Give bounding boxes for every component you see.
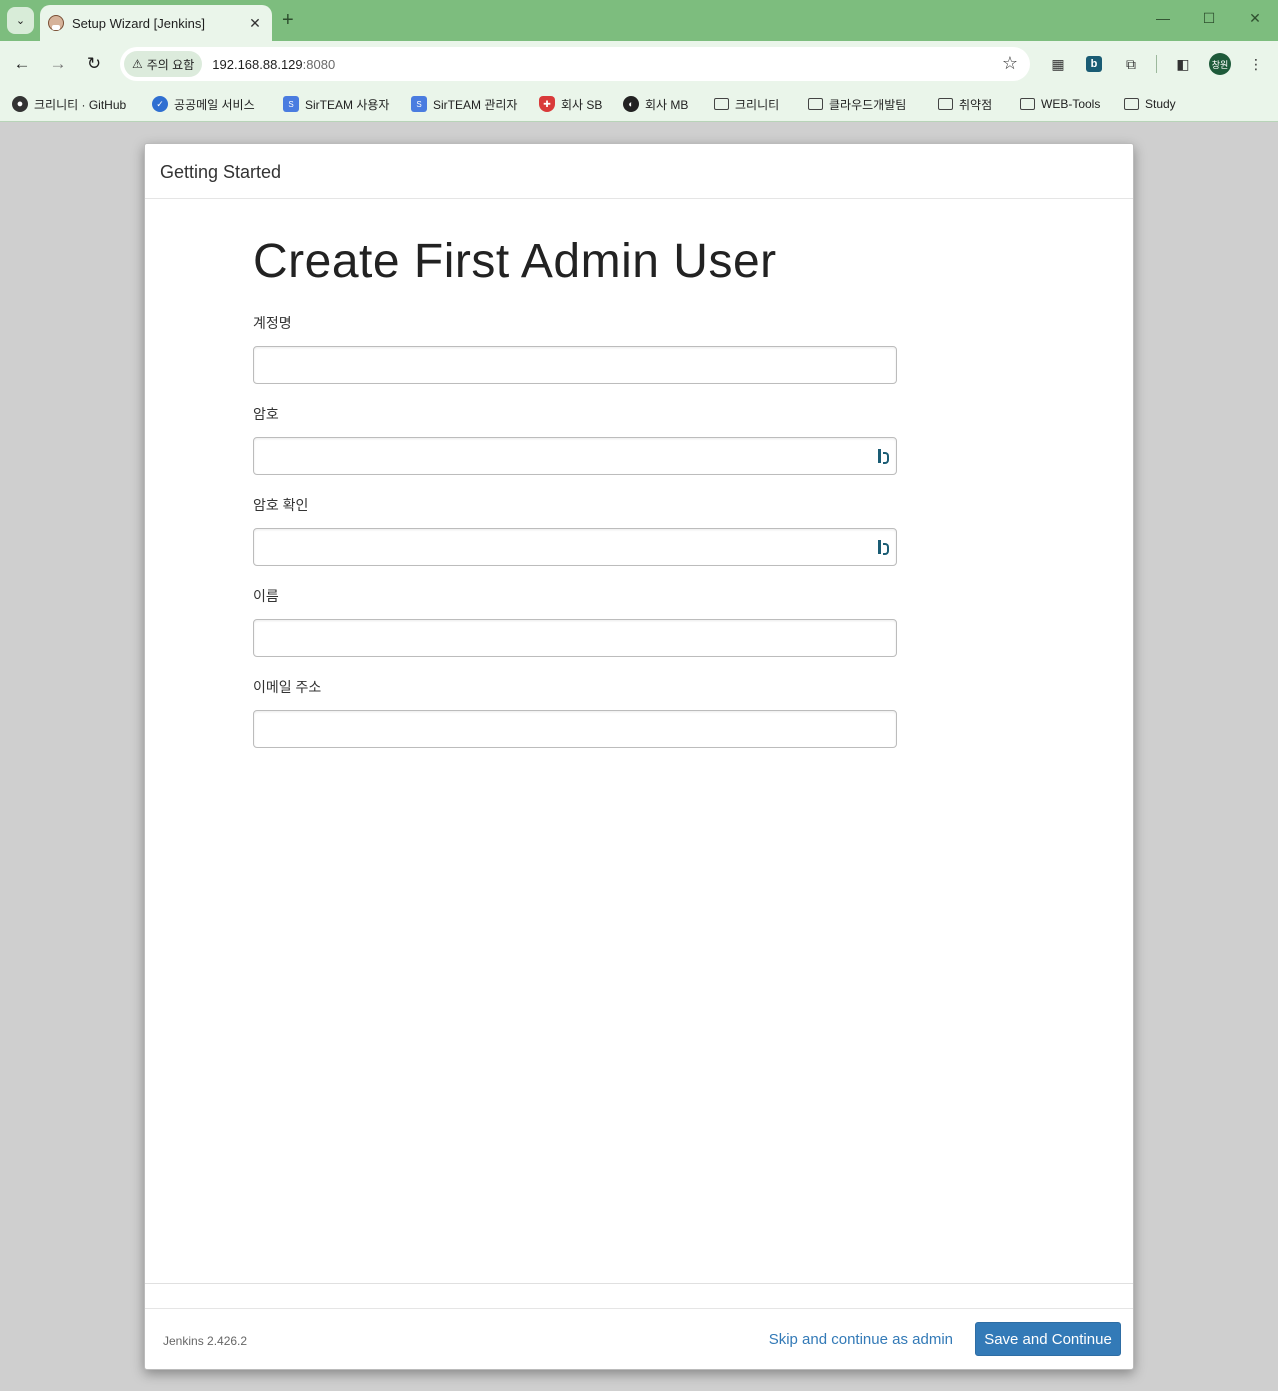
page-title: Create First Admin User [253,235,777,288]
maximize-button[interactable]: ☐ [1199,10,1219,27]
save-and-continue-button[interactable]: Save and Continue [975,1322,1121,1356]
bookmark-label: 공공메일 서비스 [174,97,255,112]
bookmark-label: Study [1145,97,1176,111]
browser-chrome: ⌄ Setup Wizard [Jenkins] ✕ + — ☐ ✕ ← → ↻… [0,0,1278,122]
url-host: 192.168.88.129 [212,56,303,72]
folder-icon [938,98,953,110]
bookmark-item[interactable]: ● 크리니티 · GitHub [12,93,126,115]
toolbar-divider [1156,55,1157,73]
tab-setup-wizard[interactable]: Setup Wizard [Jenkins] ✕ [40,5,272,41]
bookmark-label: WEB-Tools [1041,97,1101,111]
profile-avatar[interactable]: 창원 [1209,53,1231,75]
window-close-button[interactable]: ✕ [1245,10,1265,27]
bookmark-label: 취약점 [959,97,993,112]
bookmark-item[interactable]: Study [1124,93,1176,115]
verified-check-icon: ✓ [152,96,168,112]
tab-title: Setup Wizard [Jenkins] [72,15,205,31]
password-input[interactable] [254,438,896,474]
bookmark-label: SirTEAM 관리자 [433,97,518,112]
qr-code-icon[interactable]: ▦ [1047,53,1069,75]
extensions-puzzle-icon[interactable]: ⧉ [1120,53,1142,75]
chevron-down-icon: ⌄ [15,15,26,27]
bookmark-label: 크리니티 · GitHub [34,97,127,112]
side-panel-icon[interactable]: ◧ [1172,53,1194,75]
confirm-password-input-box [253,528,897,566]
jenkins-favicon-icon [48,15,64,31]
github-icon: ● [12,96,28,112]
bookmark-item[interactable]: ✓ 공공메일 서비스 [152,93,255,115]
more-menu-icon[interactable]: ⋮ [1245,53,1267,75]
wizard-header: Getting Started [145,144,1133,199]
fullname-input[interactable] [254,620,896,656]
bookmark-item[interactable]: 취약점 [938,93,992,115]
email-input[interactable] [254,711,896,747]
page-viewport: Getting Started Create First Admin User … [0,122,1278,1391]
tab-close-icon[interactable]: ✕ [246,15,264,32]
address-bar[interactable]: ⚠ 주의 요함 192.168.88.129:8080 ☆ [120,47,1030,81]
security-warning-label: 주의 요함 [146,57,195,72]
password-input-box [253,437,897,475]
password-label: 암호 [253,406,279,422]
bookmark-item[interactable]: S SirTEAM 관리자 [411,93,517,115]
bookmark-item[interactable]: ✚ 회사 SB [539,93,602,115]
folder-icon [808,98,823,110]
url-text[interactable]: 192.168.88.129:8080 [212,57,335,72]
tab-strip: ⌄ Setup Wizard [Jenkins] ✕ + — ☐ ✕ [0,0,1278,41]
tab-search-button[interactable]: ⌄ [7,7,34,34]
folder-icon [1020,98,1035,110]
wizard-content: Create First Admin User 계정명 암호 암호 확인 이름 … [253,234,897,768]
new-tab-button[interactable]: + [282,9,294,32]
confirm-password-input[interactable] [254,529,896,565]
sirteam-icon: S [411,96,427,112]
wizard-footer: Jenkins 2.426.2 Skip and continue as adm… [145,1308,1133,1370]
username-label: 계정명 [253,315,292,331]
bookmark-item[interactable]: WEB-Tools [1020,93,1100,115]
wizard-header-title: Getting Started [160,162,282,182]
username-input[interactable] [254,347,896,383]
confirm-password-field-group: 암호 확인 [253,495,897,566]
warning-triangle-icon: ⚠ [132,57,143,71]
folder-icon [714,98,729,110]
forward-arrow-icon[interactable]: → [47,53,69,75]
jenkins-version: Jenkins 2.426.2 [163,1334,248,1348]
minimize-button[interactable]: — [1153,10,1173,26]
confirm-password-label: 암호 확인 [253,497,309,513]
bookmark-item[interactable]: 클라우드개발팀 [808,93,906,115]
bookmarks-bar: ● 크리니티 · GitHub ✓ 공공메일 서비스 S SirTEAM 사용자 SS… [0,86,1278,122]
bookmark-label: SirTEAM 사용자 [305,97,390,112]
username-field-group: 계정명 [253,313,897,384]
bookmark-item[interactable]: ◐ 회사 MB [623,93,688,115]
password-field-group: 암호 [253,404,897,475]
email-input-box [253,710,897,748]
bitwarden-autofill-icon[interactable] [878,540,890,556]
email-field-group: 이메일 주소 [253,677,897,748]
sirteam-icon: S [283,96,299,112]
url-port: :8080 [302,56,336,72]
folder-icon [1124,98,1139,110]
bookmark-item[interactable]: 크리니티 [714,93,779,115]
bitwarden-extension-icon[interactable]: b [1086,56,1102,72]
bookmark-label: 회사 SB [561,97,603,112]
bookmark-label: 클라우드개발팀 [829,97,907,112]
fullname-input-box [253,619,897,657]
reload-icon[interactable]: ↻ [83,53,105,75]
content-divider [145,1283,1133,1284]
bookmark-label: 회사 MB [645,97,689,112]
shield-icon: ✚ [539,96,555,112]
back-arrow-icon[interactable]: ← [11,53,33,75]
browser-toolbar: ← → ↻ ⚠ 주의 요함 192.168.88.129:8080 ☆ ▦ b … [0,41,1278,86]
globe-icon: ◐ [623,96,639,112]
setup-wizard-dialog: Getting Started Create First Admin User … [144,143,1134,1370]
username-input-box [253,346,897,384]
email-label: 이메일 주소 [253,679,322,695]
fullname-label: 이름 [253,588,279,604]
bookmark-star-icon[interactable]: ☆ [1002,53,1018,74]
fullname-field-group: 이름 [253,586,897,657]
bookmark-item[interactable]: S SirTEAM 사용자 [283,93,389,115]
security-warning-chip[interactable]: ⚠ 주의 요함 [124,51,203,77]
bitwarden-autofill-icon[interactable] [878,449,890,465]
bookmark-label: 크리니티 [735,97,780,112]
skip-continue-as-admin-link[interactable]: Skip and continue as admin [769,1331,953,1348]
